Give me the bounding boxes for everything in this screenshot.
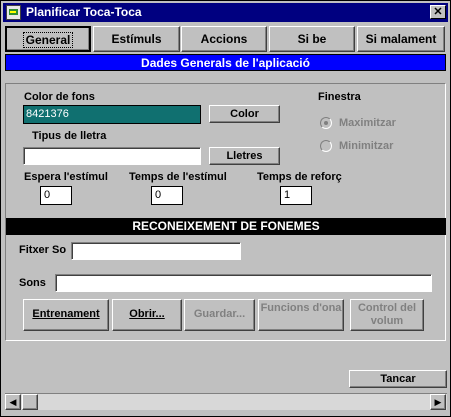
- close-window-button[interactable]: ✕: [430, 5, 446, 19]
- save-button[interactable]: Guardar...: [184, 299, 255, 331]
- color-button[interactable]: Color: [209, 105, 280, 123]
- open-button[interactable]: Obrir...: [112, 299, 182, 331]
- window-options-label: Finestra: [318, 91, 361, 103]
- sounds-field[interactable]: [55, 274, 432, 292]
- font-label: Tipus de lletra: [32, 130, 107, 142]
- font-field[interactable]: [23, 147, 201, 165]
- close-button[interactable]: Tancar: [349, 370, 447, 388]
- maximize-radio[interactable]: [320, 117, 332, 129]
- phoneme-section-title: RECONEIXEMENT DE FONEMES: [6, 218, 446, 235]
- fonts-button[interactable]: Lletres: [209, 147, 280, 165]
- tab-si-malament[interactable]: Si malament: [357, 26, 445, 52]
- training-button[interactable]: Entrenament: [23, 299, 109, 331]
- scroll-right-arrow-icon[interactable]: ▶: [430, 394, 446, 410]
- tab-si-be[interactable]: Si be: [269, 26, 355, 52]
- sound-file-label: Fitxer So: [19, 244, 67, 256]
- reinforcement-time-label: Temps de reforç: [257, 171, 342, 183]
- reinforcement-time-field[interactable]: 1: [280, 186, 312, 205]
- horizontal-scrollbar[interactable]: ◀ ▶: [5, 393, 447, 410]
- waveform-functions-button[interactable]: Funcions d'ona: [258, 299, 344, 331]
- tab-general-label: General: [22, 32, 74, 48]
- wait-stimulus-label: Espera l'estímul: [24, 171, 108, 183]
- stimulus-time-field[interactable]: 0: [151, 186, 183, 205]
- volume-control-button[interactable]: Control del volum: [350, 299, 424, 331]
- maximize-label: Maximitzar: [339, 117, 396, 129]
- background-color-field[interactable]: 8421376: [23, 105, 201, 124]
- section-banner: Dades Generals de l'aplicació: [5, 54, 446, 71]
- main-window: Planificar Toca-Toca ✕ General Estímuls …: [0, 0, 451, 417]
- sounds-label: Sons: [19, 277, 46, 289]
- tab-general[interactable]: General: [5, 26, 91, 52]
- window-title: Planificar Toca-Toca: [26, 5, 142, 19]
- scroll-thumb[interactable]: [22, 394, 38, 410]
- sound-file-field[interactable]: [71, 242, 241, 260]
- tab-estimuls[interactable]: Estímuls: [93, 26, 180, 52]
- title-bar: Planificar Toca-Toca ✕: [3, 3, 448, 22]
- color-label: Color de fons: [24, 91, 95, 103]
- scroll-left-arrow-icon[interactable]: ◀: [5, 394, 21, 410]
- tab-accions[interactable]: Accions: [181, 26, 267, 52]
- stimulus-time-label: Temps de l'estímul: [129, 171, 227, 183]
- minimize-label: Minimitzar: [339, 140, 394, 152]
- minimize-radio[interactable]: [320, 140, 332, 152]
- wait-stimulus-field[interactable]: 0: [40, 186, 72, 205]
- app-icon[interactable]: [6, 5, 21, 20]
